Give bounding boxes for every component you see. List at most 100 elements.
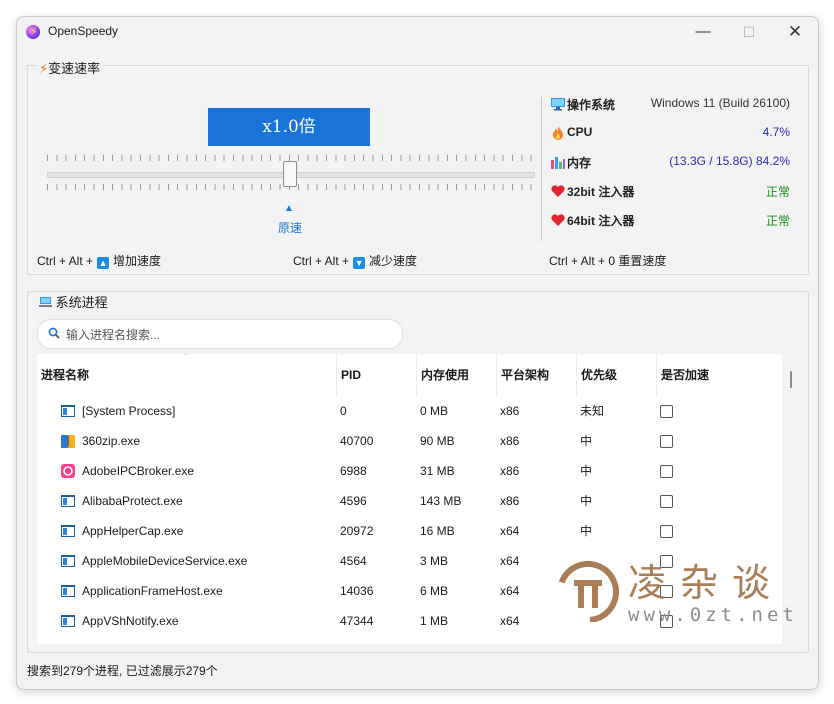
window-app-icon [60, 613, 76, 629]
process-name-cell: ApplicationFrameHost.exe [82, 584, 223, 598]
table-row[interactable]: [System Process] 0 0 MB x86 未知 [37, 396, 782, 426]
accelerate-checkbox[interactable] [660, 465, 673, 478]
priority-cell: 未知 [580, 404, 605, 418]
memory-cell: 31 MB [420, 464, 455, 478]
column-header-accelerate[interactable]: 是否加速 [657, 354, 782, 396]
table-row[interactable]: AppHelperCap.exe 20972 16 MB x64 中 [37, 516, 782, 546]
injector32-label: 32bit 注入器 [567, 185, 635, 199]
pid-cell: 40700 [340, 434, 374, 448]
os-info-row: 操作系统 Windows 11 (Build 26100) [550, 94, 790, 114]
watermark-logo [557, 561, 619, 622]
arch-cell: x64 [500, 584, 520, 598]
flame-icon [553, 126, 563, 140]
cpu-label: CPU [567, 125, 593, 139]
process-name-cell: AppHelperCap.exe [82, 524, 184, 538]
process-search-input[interactable] [64, 325, 388, 345]
hotkey-reset: Ctrl + Alt + 0 重置速度 [549, 254, 667, 268]
memory-cell: 143 MB [420, 494, 462, 508]
process-group-legend: 系统进程 [36, 292, 111, 311]
memory-cell: 0 MB [420, 404, 449, 418]
arch-cell: x64 [500, 614, 520, 628]
accelerate-checkbox[interactable] [660, 435, 673, 448]
accelerate-checkbox[interactable] [660, 405, 673, 418]
os-label: 操作系统 [567, 98, 616, 112]
speed-group-legend: ⚡变速速率 [36, 58, 104, 77]
memory-label: 内存 [567, 156, 592, 170]
column-header-memory[interactable]: 内存使用 [417, 354, 497, 396]
accelerate-checkbox[interactable] [660, 495, 673, 508]
cpu-value: 4.7% [762, 125, 790, 139]
system-info-divider [541, 97, 542, 241]
status-bar-text: 搜索到279个进程, 已过滤展示279个 [27, 664, 218, 678]
pid-cell: 6988 [340, 464, 367, 478]
priority-cell: 中 [580, 524, 593, 538]
heart-icon [551, 214, 565, 226]
speed-display: x1.0倍 [208, 108, 370, 146]
table-row[interactable]: 360zip.exe 40700 90 MB x86 中 [37, 426, 782, 456]
arch-cell: x86 [500, 494, 520, 508]
os-value: Windows 11 (Build 26100) [650, 96, 790, 110]
accelerate-checkbox[interactable] [660, 525, 673, 538]
origin-marker-icon: ▲ [284, 203, 294, 214]
watermark: 凌杂谈 www.0zt.net [540, 548, 834, 648]
process-name-cell: AlibabaProtect.exe [82, 494, 183, 508]
maximize-button[interactable]: ☐ [726, 17, 772, 47]
priority-cell: 中 [580, 434, 593, 448]
minimize-button[interactable]: — [680, 17, 726, 47]
memory-cell: 1 MB [420, 614, 449, 628]
injector32-info-row: 32bit 注入器 正常 [550, 181, 790, 201]
memory-cell: 3 MB [420, 554, 449, 568]
search-icon [48, 327, 60, 339]
process-name-cell: AppVShNotify.exe [82, 614, 179, 628]
memory-cell: 16 MB [420, 524, 455, 538]
pid-cell: 20972 [340, 524, 374, 538]
monitor-icon [551, 98, 565, 111]
priority-cell: 中 [580, 494, 593, 508]
column-header-pid[interactable]: PID [337, 354, 417, 396]
memory-value: (13.3G / 15.8G) 84.2% [669, 154, 790, 168]
table-header: 进程名称 PID 内存使用 平台架构 优先级 是否加速 ⌃ [37, 354, 782, 396]
pid-cell: 0 [340, 404, 347, 418]
arrow-up-icon: ▲ [97, 257, 110, 269]
arch-cell: x86 [500, 434, 520, 448]
pid-cell: 14036 [340, 584, 374, 598]
heart-icon [551, 185, 565, 197]
hotkey-increase: Ctrl + Alt + ▲ 增加速度 [37, 254, 162, 269]
memory-chart-icon [551, 157, 565, 169]
memory-info-row: 内存 (13.3G / 15.8G) 84.2% [550, 152, 790, 172]
window-app-icon [60, 403, 76, 419]
injector64-info-row: 64bit 注入器 正常 [550, 210, 790, 230]
process-name-cell: [System Process] [82, 404, 176, 418]
cpu-info-row: CPU 4.7% [550, 123, 790, 143]
zip-archive-icon [60, 433, 76, 449]
window-app-icon [60, 493, 76, 509]
injector64-status: 正常 [765, 214, 790, 228]
computer-icon [39, 297, 52, 307]
title-bar: ⚡ OpenSpeedy — ☐ ✕ [17, 17, 818, 47]
table-row[interactable]: AdobeIPCBroker.exe 6988 31 MB x86 中 [37, 456, 782, 486]
priority-cell: 中 [580, 464, 593, 478]
window-app-icon [60, 523, 76, 539]
speed-slider-thumb[interactable] [283, 161, 297, 187]
close-button[interactable]: ✕ [772, 17, 818, 47]
arch-cell: x86 [500, 464, 520, 478]
process-name-cell: AdobeIPCBroker.exe [82, 464, 195, 478]
injector64-label: 64bit 注入器 [567, 214, 635, 228]
table-row[interactable]: AlibabaProtect.exe 4596 143 MB x86 中 [37, 486, 782, 516]
table-scrollbar[interactable] [790, 371, 792, 388]
watermark-text: 凌杂谈 [628, 561, 785, 605]
arrow-down-icon: ▼ [353, 257, 366, 269]
app-logo-icon: ⚡ [26, 25, 40, 39]
origin-speed-label: 原速 [278, 221, 303, 235]
arch-cell: x86 [500, 404, 520, 418]
arch-cell: x64 [500, 524, 520, 538]
watermark-url: www.0zt.net [628, 604, 798, 626]
injector32-status: 正常 [765, 185, 790, 199]
pid-cell: 4596 [340, 494, 367, 508]
memory-cell: 6 MB [420, 584, 449, 598]
column-header-arch[interactable]: 平台架构 [497, 354, 577, 396]
process-search-box[interactable] [37, 319, 403, 349]
window-title: OpenSpeedy [48, 24, 119, 38]
pid-cell: 4564 [340, 554, 367, 568]
column-header-priority[interactable]: 优先级 [577, 354, 657, 396]
